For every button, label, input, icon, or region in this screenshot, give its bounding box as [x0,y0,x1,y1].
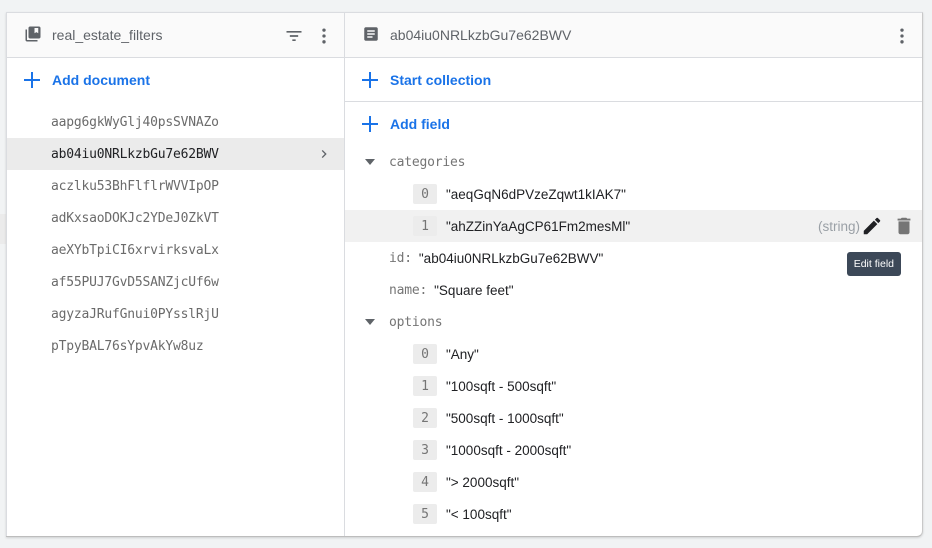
filter-icon[interactable] [282,24,306,48]
array-item-row[interactable]: 5 "< 100sqft" [345,498,922,530]
document-title: ab04iu0NRLkzbGu7e62BWV [390,27,572,43]
collapse-arrow-icon[interactable] [364,156,376,168]
array-item-row[interactable]: 4 "> 2000sqft" [345,466,922,498]
document-id: pTpyBAL76sYpvAkYw8uz [51,338,204,354]
document-id: af55PUJ7GvD5SANZjcUf6w [51,274,219,290]
edit-field-tooltip: Edit field [846,252,901,276]
add-field-label: Add field [390,116,450,132]
collection-header: real_estate_filters [7,13,344,58]
field-type: (string) [817,218,860,234]
array-index: 3 [413,440,437,460]
field-row-options[interactable]: options [345,306,922,338]
array-index: 1 [413,216,437,236]
array-index: 4 [413,472,437,492]
plus-icon [362,116,378,132]
start-collection-button[interactable]: Start collection [345,58,922,102]
document-id: aapg6gkWyGlj40psSVNAZo [51,114,219,130]
more-vert-icon[interactable] [312,24,336,48]
array-item-row[interactable]: 1 "100sqft - 500sqft" [345,370,922,402]
array-item-row[interactable]: 0 "Any" [345,338,922,370]
plus-icon [362,71,378,88]
edit-pencil-icon[interactable] [860,214,884,238]
array-index: 5 [413,504,437,524]
field-key: id: [389,250,412,266]
field-row-categories[interactable]: categories [345,146,922,178]
field-key: options [389,314,443,330]
field-row-name[interactable]: name: "Square feet" [345,274,922,306]
firestore-page: real_estate_filters Add document aapg6gk… [0,0,932,548]
document-item[interactable]: af55PUJ7GvD5SANZjcUf6w [7,266,344,298]
document-item[interactable]: aczlku53BhFlflrWVVIpOP [7,170,344,202]
collection-icon [24,25,42,46]
document-item[interactable]: adKxsaoDOKJc2YDeJ0ZkVT [7,202,344,234]
start-collection-label: Start collection [390,71,492,88]
field-value: "1000sqft - 2000sqft" [446,442,572,458]
array-index: 0 [413,184,437,204]
array-item-row[interactable]: 2 "500sqft - 1000sqft" [345,402,922,434]
document-item[interactable]: aapg6gkWyGlj40psSVNAZo [7,106,344,138]
array-index: 2 [413,408,437,428]
document-header: ab04iu0NRLkzbGu7e62BWV [345,13,922,58]
document-item[interactable]: agyzaJRufGnui0PYsslRjU [7,298,344,330]
field-value: "ab04iu0NRLkzbGu7e62BWV" [418,250,604,266]
field-value: "aeqGqN6dPVzeZqwt1kIAK7" [446,186,626,202]
document-panel: ab04iu0NRLkzbGu7e62BWV Start collection … [345,13,922,536]
collapse-arrow-icon[interactable] [364,316,376,328]
add-document-button[interactable]: Add document [7,58,344,102]
field-value: "100sqft - 500sqft" [446,378,557,394]
document-icon [362,25,380,46]
document-id: adKxsaoDOKJc2YDeJ0ZkVT [51,210,219,226]
document-item-selected[interactable]: ab04iu0NRLkzbGu7e62BWV [7,138,344,170]
array-index: 0 [413,344,437,364]
array-item-row-hovered[interactable]: 1 "ahZZinYaAgCP61Fm2mesMl" (string) [345,210,922,242]
add-document-label: Add document [52,72,150,88]
chevron-right-icon [316,146,332,166]
field-value: "ahZZinYaAgCP61Fm2mesMl" [446,218,631,234]
document-id: agyzaJRufGnui0PYsslRjU [51,306,219,322]
field-tree: categories 0 "aeqGqN6dPVzeZqwt1kIAK7" 1 … [345,146,922,530]
array-item-row[interactable]: 0 "aeqGqN6dPVzeZqwt1kIAK7" [345,178,922,210]
field-value: "< 100sqft" [446,506,512,522]
field-value: "> 2000sqft" [446,474,520,490]
document-id: aeXYbTpiCI6xrvirksvaLx [51,242,219,258]
add-field-button[interactable]: Add field [345,102,922,146]
field-row-id[interactable]: id: "ab04iu0NRLkzbGu7e62BWV" [345,242,922,274]
plus-icon [24,72,40,88]
document-item[interactable]: pTpyBAL76sYpvAkYw8uz [7,330,344,362]
document-id: aczlku53BhFlflrWVVIpOP [51,178,219,194]
more-vert-icon[interactable] [890,24,914,48]
document-list: aapg6gkWyGlj40psSVNAZo ab04iu0NRLkzbGu7e… [7,102,344,362]
collection-title: real_estate_filters [52,27,163,43]
field-key: name: [389,282,428,298]
array-index: 1 [413,376,437,396]
field-value: "500sqft - 1000sqft" [446,410,564,426]
field-value: "Square feet" [434,282,514,298]
field-key: categories [389,154,466,170]
data-viewer-card: real_estate_filters Add document aapg6gk… [6,12,923,537]
collection-panel: real_estate_filters Add document aapg6gk… [6,13,345,536]
field-value: "Any" [446,346,479,362]
document-item[interactable]: aeXYbTpiCI6xrvirksvaLx [7,234,344,266]
document-id: ab04iu0NRLkzbGu7e62BWV [51,146,219,162]
array-item-row[interactable]: 3 "1000sqft - 2000sqft" [345,434,922,466]
delete-trash-icon[interactable] [892,214,916,238]
